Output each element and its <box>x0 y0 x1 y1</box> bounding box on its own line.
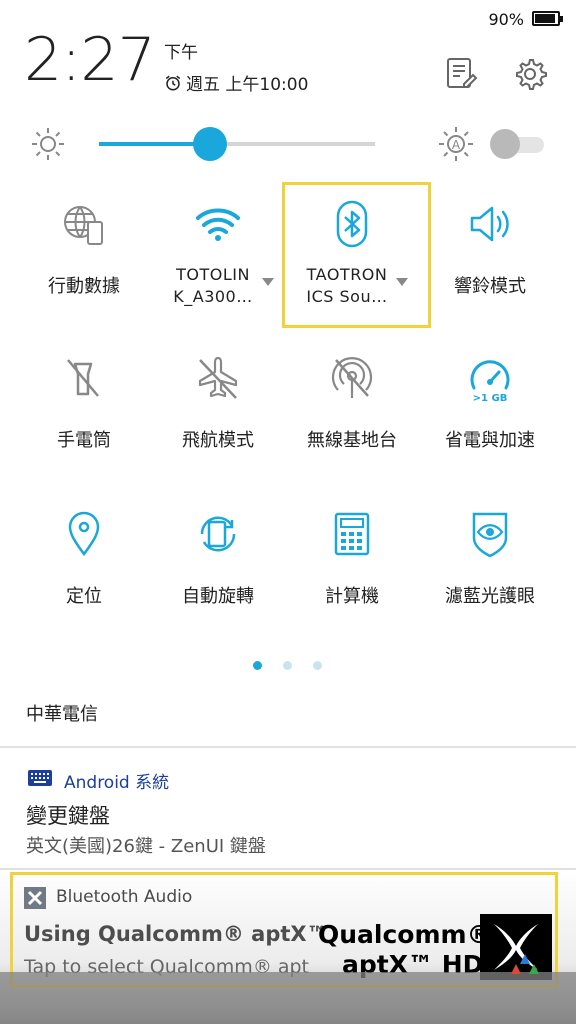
eye-shield-icon <box>472 512 508 558</box>
chevron-down-icon[interactable] <box>262 278 274 286</box>
flashlight-off-icon <box>67 359 99 397</box>
tile-flashlight[interactable]: 手電筒 <box>20 336 148 476</box>
airplane-off-icon <box>198 356 238 399</box>
tile-label: 定位 <box>66 586 102 607</box>
tile-ring-mode[interactable]: 響鈴模式 <box>426 182 554 322</box>
tile-label: 手電筒 <box>57 430 111 451</box>
battery-percent: 90% <box>488 10 524 29</box>
page-dot[interactable] <box>283 661 292 670</box>
auto-brightness-toggle[interactable] <box>490 129 544 159</box>
tile-label: TOTOLIN K_A300… <box>173 265 253 306</box>
tile-bluelight-filter[interactable]: 濾藍光護眼 <box>426 492 554 632</box>
bluetooth-tile-highlight <box>282 182 431 328</box>
location-pin-icon <box>68 511 100 557</box>
tile-label: 計算機 <box>325 586 379 607</box>
tile-calculator[interactable]: 計算機 <box>288 492 416 632</box>
alarm-clock-icon <box>165 75 181 90</box>
clock[interactable]: 2:27 <box>24 30 156 90</box>
battery-icon <box>532 11 563 26</box>
brightness-slider[interactable] <box>99 142 375 146</box>
bluetooth-notification-highlight <box>10 872 558 988</box>
tile-label: 濾藍光護眼 <box>445 586 535 607</box>
mobile-data-icon <box>64 206 103 245</box>
notification-title: 變更鍵盤 <box>26 804 110 828</box>
tile-label: 飛航模式 <box>182 430 254 451</box>
alarm-text: 週五 上午10:00 <box>186 75 309 95</box>
tile-label: 自動旋轉 <box>182 586 254 607</box>
tile-wifi[interactable]: TOTOLIN K_A300… <box>154 182 282 322</box>
calculator-icon <box>334 512 370 556</box>
tile-label: 省電與加速 <box>445 430 535 451</box>
bottom-shade <box>0 972 576 1024</box>
keyboard-icon <box>28 770 52 786</box>
tile-mobile-data[interactable]: 行動數據 <box>20 182 148 322</box>
svg-text:A: A <box>452 138 461 152</box>
brightness-icon <box>32 128 64 160</box>
next-alarm[interactable]: 週五 上午10:00 <box>164 70 308 95</box>
tile-location[interactable]: 定位 <box>20 492 148 632</box>
speaker-icon <box>470 206 509 242</box>
edit-icon[interactable] <box>444 56 478 90</box>
auto-brightness-icon: A <box>439 127 473 161</box>
tile-label: 無線基地台 <box>307 430 397 451</box>
wifi-icon <box>196 208 240 241</box>
hotspot-off-icon <box>331 357 373 398</box>
page-dot-active[interactable] <box>253 661 262 670</box>
memory-badge: >1 GB <box>473 393 508 402</box>
carrier-label: 中華電信 <box>26 704 98 725</box>
speedometer-icon: >1 GB <box>470 360 510 402</box>
tile-auto-rotate[interactable]: 自動旋轉 <box>154 492 282 632</box>
page-dot[interactable] <box>313 661 322 670</box>
notification-text: 英文(美國)26鍵 - ZenUI 鍵盤 <box>26 836 266 857</box>
tile-label: 行動數據 <box>48 276 120 297</box>
auto-rotate-icon <box>200 516 236 552</box>
gear-icon[interactable] <box>512 56 548 92</box>
tile-power-boost[interactable]: >1 GB 省電與加速 <box>426 336 554 476</box>
tile-hotspot[interactable]: 無線基地台 <box>288 336 416 476</box>
notification-app-name: Android 系統 <box>64 773 170 793</box>
am-pm-label: 下午 <box>164 43 198 63</box>
tile-airplane[interactable]: 飛航模式 <box>154 336 282 476</box>
brightness-slider-thumb[interactable] <box>193 127 227 161</box>
watermark-logo-icon <box>511 954 539 974</box>
tile-label: 響鈴模式 <box>454 276 526 297</box>
